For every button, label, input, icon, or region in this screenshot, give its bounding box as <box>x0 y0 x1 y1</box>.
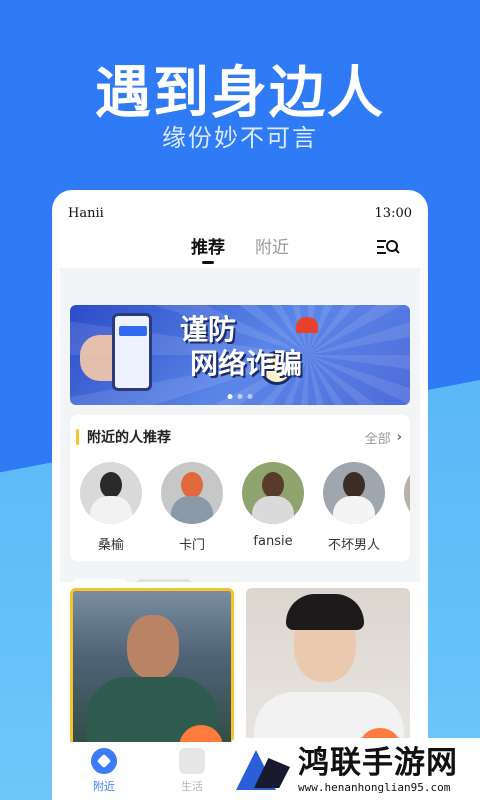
person-name: 桑榆 <box>97 538 124 553</box>
view-all-label: 全部 <box>364 431 391 447</box>
avatar-head <box>343 472 365 498</box>
watermark-name: 鸿联手游网 <box>298 744 458 781</box>
phone-frame: Hanii 13:00 推荐 附近 谨防 网络诈骗 附近的人推荐 全部 › 桑榆… <box>52 190 428 800</box>
menu-search-icon[interactable] <box>376 238 400 256</box>
person-name: 不坏男人 <box>327 538 380 553</box>
tabbar-item-nearby[interactable]: 附近 <box>60 748 148 794</box>
tab-recommend-label: 推荐 <box>191 237 225 258</box>
carousel-dot[interactable] <box>237 394 243 399</box>
carousel-dots <box>227 394 253 399</box>
profile-card[interactable] <box>246 588 410 758</box>
tabbar-item-life[interactable]: 生活 <box>148 748 236 794</box>
active-tab-indicator <box>202 260 214 264</box>
carousel-dot[interactable] <box>247 394 253 399</box>
person-name: 卡门 <box>178 538 205 553</box>
person-name: 陈 <box>404 534 410 553</box>
person-item[interactable]: fansie <box>242 462 304 553</box>
promo-tagline: 缘份妙不可言 <box>162 124 318 152</box>
promo-headline: 遇到身边人 <box>95 61 385 126</box>
app-screen: Hanii 13:00 推荐 附近 谨防 网络诈骗 附近的人推荐 全部 › 桑榆… <box>60 198 420 800</box>
carousel-dot[interactable] <box>227 394 233 399</box>
status-bar: Hanii 13:00 <box>60 198 420 228</box>
nearby-header: 附近的人推荐 全部 › <box>70 415 410 447</box>
avatar <box>80 462 142 524</box>
nearby-title-text: 附近的人推荐 <box>87 430 171 446</box>
person-name: fansie <box>253 534 293 549</box>
avatar-head <box>181 472 203 498</box>
title-accent-bar <box>76 429 79 445</box>
profile-card[interactable] <box>70 588 234 758</box>
life-icon <box>179 748 205 774</box>
compass-icon <box>91 748 117 774</box>
avatar-body <box>252 496 294 524</box>
person-item[interactable]: 不坏男人 <box>323 462 385 553</box>
chevron-right-icon: › <box>396 429 402 445</box>
watermark-text: 鸿联手游网 www.henanhonglian95.com <box>298 745 458 794</box>
person-item[interactable]: 卡门 <box>161 462 223 553</box>
tab-nearby[interactable]: 附近 <box>255 233 289 264</box>
banner-line2: 网络诈骗 <box>190 347 303 380</box>
avatar-body <box>171 496 213 524</box>
banner-line1: 谨防 <box>180 313 237 346</box>
tabbar-label: 生活 <box>181 780 203 793</box>
people-list: 桑榆 卡门 fansie 不坏男人 <box>70 447 410 553</box>
avatar <box>161 462 223 524</box>
nearby-people-card: 附近的人推荐 全部 › 桑榆 卡门 fansie 不坏男人 <box>70 415 410 561</box>
avatar <box>323 462 385 524</box>
avatar <box>404 462 410 524</box>
avatar-body <box>333 496 375 524</box>
phone-illustration <box>112 313 152 391</box>
promo-banner[interactable]: 谨防 网络诈骗 <box>70 305 410 405</box>
profile-photo-hair <box>286 594 364 630</box>
carrier-label: Hanii <box>68 205 104 221</box>
nearby-title: 附近的人推荐 <box>76 427 171 447</box>
person-item[interactable]: 陈 <box>404 462 410 553</box>
watermark-url: www.henanhonglian95.com <box>298 780 451 794</box>
watermark-logo <box>234 742 292 796</box>
banner-text: 谨防 网络诈骗 <box>180 313 302 381</box>
person-item[interactable]: 桑榆 <box>80 462 142 553</box>
avatar-head <box>262 472 284 498</box>
site-watermark: 鸿联手游网 www.henanhonglian95.com <box>230 738 480 800</box>
tabbar-label: 附近 <box>93 780 115 793</box>
top-navigation: 推荐 附近 <box>60 228 420 268</box>
view-all-link[interactable]: 全部 › <box>365 428 402 447</box>
avatar-body <box>90 496 132 524</box>
clock: 13:00 <box>374 205 412 221</box>
avatar-head <box>100 472 122 498</box>
avatar <box>242 462 304 524</box>
profile-photo-face <box>127 615 179 679</box>
tab-nearby-label: 附近 <box>255 237 289 258</box>
tab-recommend[interactable]: 推荐 <box>191 233 225 264</box>
